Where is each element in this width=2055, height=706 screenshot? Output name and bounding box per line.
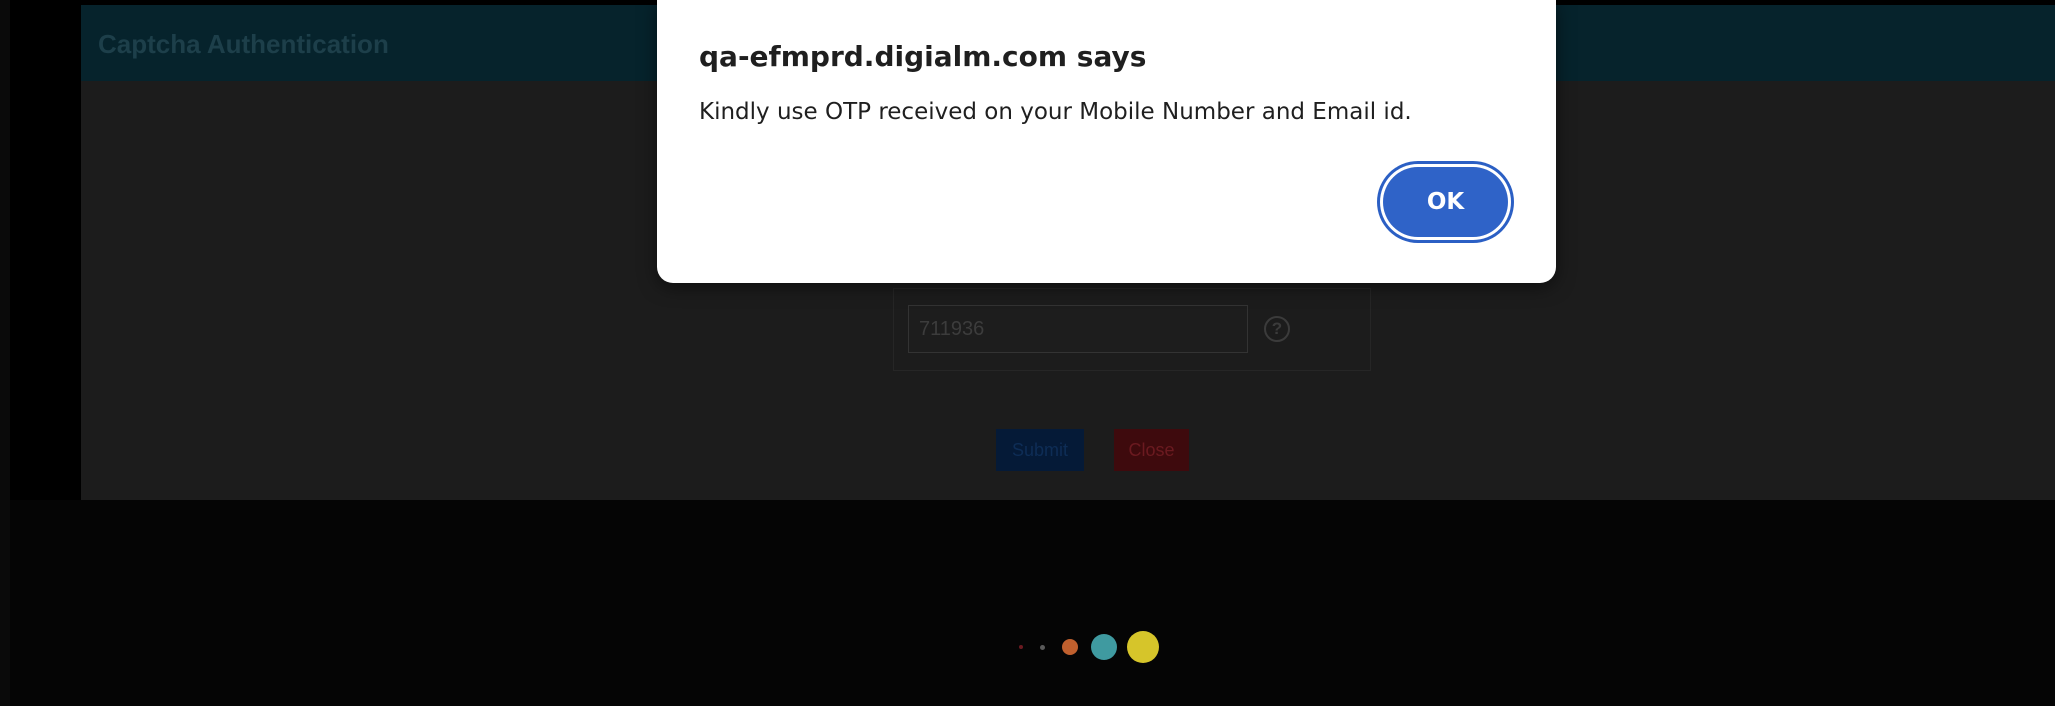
page-left-edge xyxy=(0,0,10,706)
loader-dot xyxy=(1091,634,1117,660)
screen: Captcha Authentication ? Submit Close qa… xyxy=(0,0,2055,706)
alert-dialog-title: qa-efmprd.digialm.com says xyxy=(699,40,1147,73)
loading-indicator xyxy=(1015,628,1165,668)
loader-dot xyxy=(1127,631,1159,663)
ok-button[interactable]: OK xyxy=(1383,167,1508,237)
alert-dialog: qa-efmprd.digialm.com says Kindly use OT… xyxy=(657,0,1556,283)
loader-dot xyxy=(1019,645,1023,649)
close-button[interactable]: Close xyxy=(1114,429,1189,471)
alert-dialog-message: Kindly use OTP received on your Mobile N… xyxy=(699,99,1412,125)
loader-dot xyxy=(1062,639,1078,655)
captcha-box: ? xyxy=(893,288,1371,371)
captcha-modal-title: Captcha Authentication xyxy=(98,29,389,59)
loader-dot xyxy=(1040,645,1045,650)
help-icon[interactable]: ? xyxy=(1264,316,1290,342)
page-backdrop xyxy=(10,500,2055,706)
submit-button[interactable]: Submit xyxy=(996,429,1084,471)
captcha-input[interactable] xyxy=(908,305,1248,353)
